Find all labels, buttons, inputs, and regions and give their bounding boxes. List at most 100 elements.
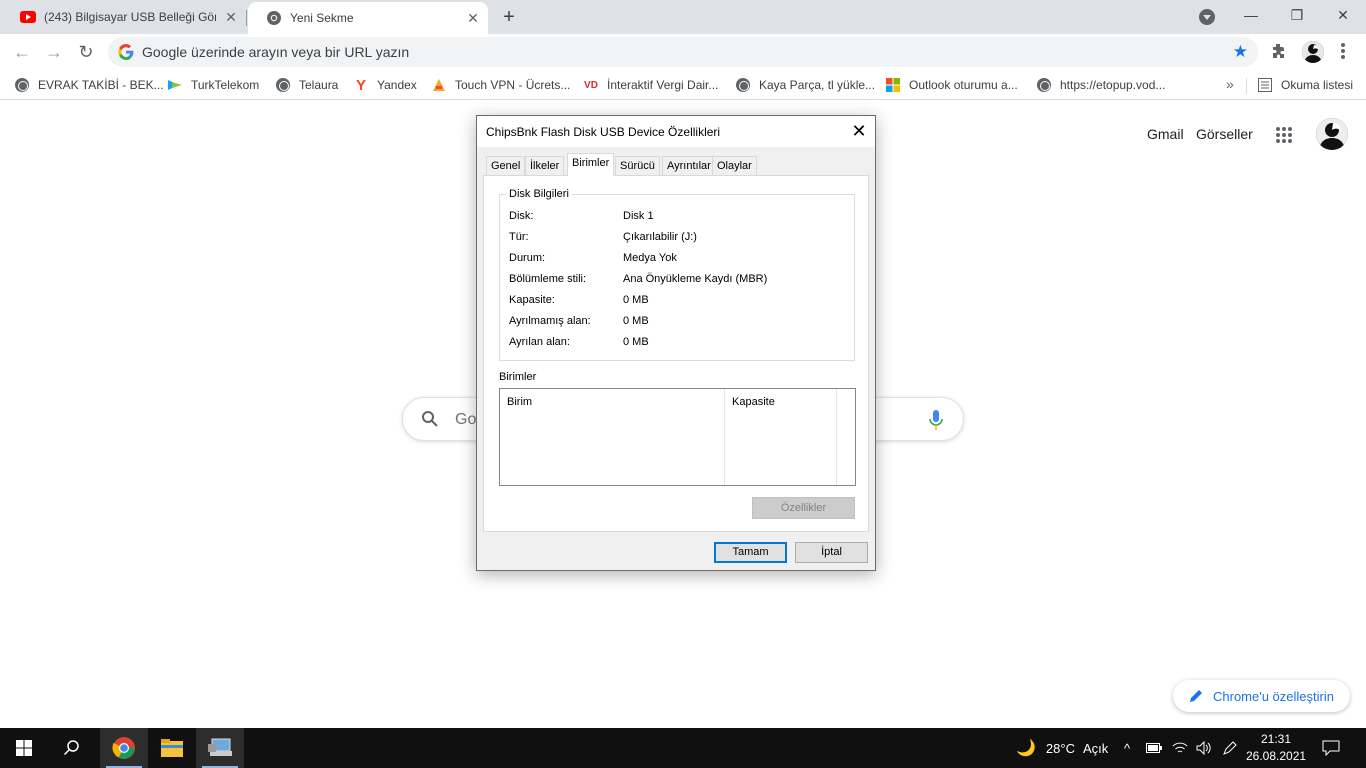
omnibox-placeholder: Google üzerinde arayın veya bir URL yazı…	[142, 44, 410, 60]
wifi-icon[interactable]	[1172, 728, 1188, 768]
search-icon	[422, 411, 438, 427]
apps-grid-icon[interactable]	[1276, 127, 1292, 143]
search-icon	[63, 740, 79, 756]
gmail-link[interactable]: Gmail	[1147, 126, 1184, 142]
tab-olaylar[interactable]: Olaylar	[712, 156, 757, 176]
taskbar-chrome[interactable]	[100, 728, 148, 768]
reload-icon[interactable]: ↻	[74, 40, 98, 64]
moon-icon: 🌙	[1016, 740, 1036, 757]
images-link[interactable]: Görseller	[1196, 126, 1253, 142]
bookmark-label: Kaya Parça, tl yükle...	[759, 78, 876, 92]
tab-strip: (243) Bilgisayar USB Belleği Görm ✕ Yeni…	[0, 0, 1366, 34]
close-tab-icon[interactable]: ✕	[464, 9, 482, 27]
browser-toolbar: ← → ↻ Google üzerinde arayın veya bir UR…	[0, 34, 1366, 70]
weather-widget[interactable]: 🌙 28°C Açık	[1016, 728, 1108, 768]
customize-label: Chrome'u özelleştirin	[1213, 688, 1334, 704]
tab-search-icon[interactable]	[1199, 9, 1215, 25]
yandex-icon: Y	[355, 76, 366, 94]
tab-youtube[interactable]: (243) Bilgisayar USB Belleği Görm ✕	[2, 0, 246, 34]
field-label: Durum:	[509, 252, 546, 264]
menu-kebab-icon[interactable]	[1340, 42, 1346, 60]
touchvpn-icon	[431, 77, 447, 93]
bookmark-item[interactable]: VD İnteraktif Vergi Dair...	[583, 76, 718, 94]
volume-icon[interactable]	[1196, 728, 1212, 768]
close-window-button[interactable]: ✕	[1320, 0, 1366, 30]
bookmark-item[interactable]: TurkTelekom	[167, 76, 259, 94]
notifications-icon[interactable]	[1322, 728, 1340, 768]
system-clock[interactable]: 21:31 26.08.2021	[1246, 731, 1306, 765]
field-value: 0 MB	[623, 315, 649, 327]
customize-chrome-button[interactable]: Chrome'u özelleştirin	[1173, 680, 1350, 712]
chrome-icon	[112, 737, 135, 759]
tab-divider	[246, 10, 247, 26]
microsoft-icon	[885, 77, 901, 93]
tab-new-tab[interactable]: Yeni Sekme ✕	[248, 2, 488, 34]
disk-info-group: Disk Bilgileri Disk: Disk 1 Tür: Çıkarıl…	[499, 188, 855, 361]
volumes-label: Birimler	[499, 371, 537, 383]
bookmarks-bar: EVRAK TAKİBİ - BEK... TurkTelekom Telaur…	[0, 70, 1366, 100]
bookmark-item[interactable]: Outlook oturumu a...	[885, 76, 1018, 94]
profile-avatar[interactable]	[1302, 41, 1324, 63]
dialog-title: ChipsBnk Flash Disk USB Device Özellikle…	[486, 125, 721, 139]
bookmark-label: https://etopup.vod...	[1060, 78, 1166, 92]
tab-ayrintilar[interactable]: Ayrıntılar	[662, 156, 716, 176]
minimize-button[interactable]: —	[1228, 0, 1274, 30]
dialog-close-button[interactable]: ✕	[843, 116, 875, 147]
bookmark-item[interactable]: Kaya Parça, tl yükle...	[735, 76, 875, 94]
field-value: 0 MB	[623, 294, 649, 306]
tab-ilkeler[interactable]: İlkeler	[525, 156, 565, 176]
clock-time: 21:31	[1260, 732, 1292, 746]
column-label: Kapasite	[732, 396, 775, 408]
column-header-kapasite[interactable]: Kapasite	[725, 389, 837, 485]
bookmark-label: Telaura	[299, 78, 339, 92]
back-icon[interactable]: ←	[10, 40, 34, 64]
bookmark-item[interactable]: Touch VPN - Ücrets...	[431, 76, 570, 94]
bookmark-star-icon[interactable]: ★	[1233, 42, 1248, 62]
field-label: Ayrılmamış alan:	[509, 315, 591, 327]
bookmarks-divider	[1246, 78, 1247, 94]
close-tab-icon[interactable]: ✕	[222, 8, 240, 26]
column-header-birim[interactable]: Birim	[500, 389, 725, 485]
battery-icon[interactable]	[1146, 728, 1162, 768]
field-value: Disk 1	[623, 210, 654, 222]
globe-icon	[275, 77, 291, 93]
tab-birimler[interactable]: Birimler	[567, 153, 615, 176]
volumes-list[interactable]: Birim Kapasite	[499, 388, 856, 486]
show-hidden-icons[interactable]: ^	[1124, 728, 1130, 768]
device-properties-dialog: ChipsBnk Flash Disk USB Device Özellikle…	[476, 115, 876, 571]
search-button[interactable]	[48, 728, 96, 768]
reading-list-button[interactable]: Okuma listesi	[1257, 76, 1353, 94]
bookmark-label: Yandex	[377, 78, 417, 92]
bookmarks-overflow-button[interactable]: »	[1226, 76, 1234, 92]
start-button[interactable]	[0, 728, 48, 768]
tab-panel-birimler: Disk Bilgileri Disk: Disk 1 Tür: Çıkarıl…	[483, 175, 869, 532]
tab-surucu[interactable]: Sürücü	[615, 156, 660, 176]
new-tab-button[interactable]: +	[498, 6, 520, 28]
column-label: Birim	[507, 396, 533, 408]
forward-icon[interactable]: →	[42, 40, 66, 64]
ok-button[interactable]: Tamam	[714, 542, 787, 563]
turktelekom-icon	[167, 77, 183, 93]
microphone-icon[interactable]	[929, 410, 943, 430]
pen-icon[interactable]	[1222, 728, 1238, 768]
dialog-titlebar: ChipsBnk Flash Disk USB Device Özellikle…	[477, 116, 875, 147]
extensions-icon[interactable]	[1270, 42, 1288, 60]
bookmark-item[interactable]: Y Yandex	[353, 76, 417, 94]
omnibox[interactable]: Google üzerinde arayın veya bir URL yazı…	[108, 37, 1258, 67]
bookmark-item[interactable]: EVRAK TAKİBİ - BEK...	[14, 76, 164, 94]
taskbar-file-explorer[interactable]	[148, 728, 196, 768]
pencil-icon	[1190, 690, 1202, 702]
field-label: Ayrılan alan:	[509, 336, 570, 348]
bookmark-label: TurkTelekom	[191, 78, 260, 92]
tab-title: (243) Bilgisayar USB Belleği Görm	[44, 10, 216, 24]
profile-avatar-large[interactable]	[1316, 118, 1348, 150]
taskbar-device-manager[interactable]	[196, 728, 244, 768]
tab-genel[interactable]: Genel	[486, 156, 526, 176]
field-value: Çıkarılabilir (J:)	[623, 231, 697, 243]
field-label: Tür:	[509, 231, 529, 243]
properties-button[interactable]: Özellikler	[752, 497, 855, 519]
bookmark-item[interactable]: https://etopup.vod...	[1036, 76, 1165, 94]
cancel-button[interactable]: İptal	[795, 542, 868, 563]
bookmark-item[interactable]: Telaura	[275, 76, 338, 94]
restore-button[interactable]: ❐	[1274, 0, 1320, 30]
